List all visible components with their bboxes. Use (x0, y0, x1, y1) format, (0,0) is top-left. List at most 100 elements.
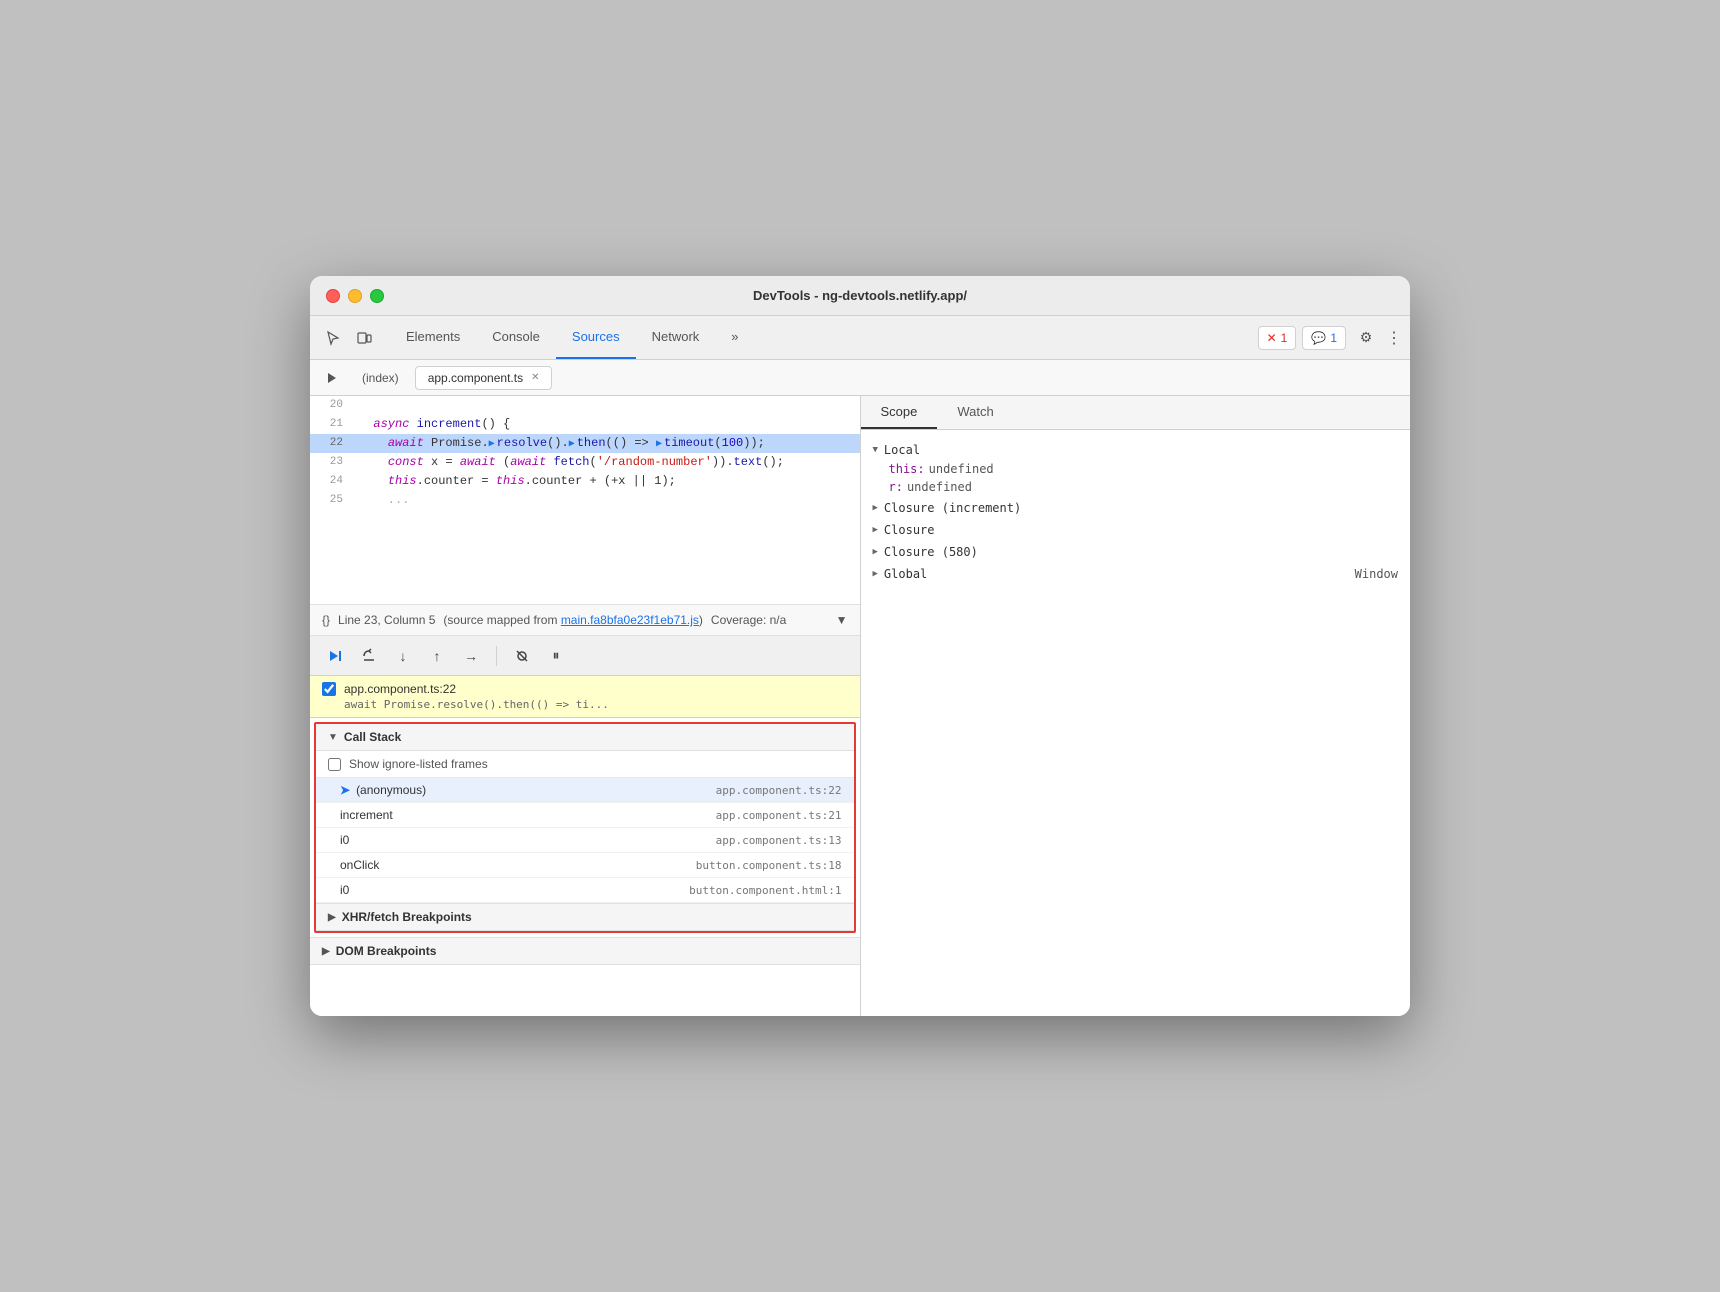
step-over-icon (361, 648, 377, 664)
scope-group-closure-580: ▶ Closure (580) (861, 542, 1411, 562)
tab-watch[interactable]: Watch (937, 396, 1013, 429)
device-icon (356, 330, 372, 346)
code-line-24: 24 this.counter = this.counter + (+x || … (310, 472, 860, 491)
closure-580-toggle-icon: ▶ (873, 547, 878, 557)
tab-elements[interactable]: Elements (390, 316, 476, 359)
global-label: Global (884, 567, 927, 581)
call-stack-item-onclick[interactable]: onClick button.component.ts:18 (316, 853, 854, 878)
more-options-icon[interactable]: ⋮ (1386, 328, 1402, 348)
source-mapped-label: (source mapped from main.fa8bfa0e23f1eb7… (443, 613, 703, 627)
scope-panel: Scope Watch ▼ Local this: undefined (861, 396, 1411, 1016)
minimize-button[interactable] (348, 289, 362, 303)
traffic-lights (326, 289, 384, 303)
inspect-element-button[interactable] (318, 324, 346, 352)
tab-scope[interactable]: Scope (861, 396, 938, 429)
local-toggle-icon: ▼ (873, 445, 878, 455)
scope-closure-increment-header[interactable]: ▶ Closure (increment) (861, 498, 1411, 518)
step-over-button[interactable] (356, 643, 382, 669)
scope-closure-580-header[interactable]: ▶ Closure (580) (861, 542, 1411, 562)
breakpoint-row: app.component.ts:22 (322, 682, 848, 696)
status-bar: {} Line 23, Column 5 (source mapped from… (310, 604, 860, 636)
call-stack-highlighted-section: ▼ Call Stack Show ignore-listed frames ➤… (314, 722, 856, 933)
tab-network[interactable]: Network (636, 316, 716, 359)
closure-toggle-icon: ▶ (873, 525, 878, 535)
resume-button[interactable] (322, 643, 348, 669)
ignore-frames-checkbox[interactable] (328, 758, 341, 771)
tabs-right-actions: ✕ 1 💬 1 ⚙ ⋮ (1258, 324, 1402, 352)
dom-toggle-icon: ▶ (322, 946, 330, 957)
main-content: 20 21 async increment() { 22 await Promi… (310, 396, 1410, 1016)
debugger-toolbar: ↓ ↑ → ⏸ (310, 636, 860, 676)
code-line-22: 22 await Promise.▶resolve().▶then(() => … (310, 434, 860, 453)
current-frame-arrow: ➤ (340, 783, 350, 797)
code-editor: 20 21 async increment() { 22 await Promi… (310, 396, 860, 604)
deactivate-breakpoints-button[interactable] (509, 643, 535, 669)
breakpoint-checkbox[interactable] (322, 682, 336, 696)
xhr-title: XHR/fetch Breakpoints (342, 910, 472, 924)
call-stack-header[interactable]: ▼ Call Stack (316, 724, 854, 751)
code-lines: 20 21 async increment() { 22 await Promi… (310, 396, 860, 511)
local-group-label: Local (884, 443, 920, 457)
xhr-section-header[interactable]: ▶ XHR/fetch Breakpoints (316, 903, 854, 931)
code-line-25: 25 ... (310, 491, 860, 510)
tab-index[interactable]: (index) (350, 367, 411, 389)
scope-group-global: ▶ Global Window (861, 564, 1411, 584)
closure-580-label: Closure (580) (884, 545, 978, 559)
source-file-link[interactable]: main.fa8bfa0e23f1eb71.js (561, 613, 699, 627)
play-icon (325, 371, 339, 385)
format-toggle-icon[interactable]: ▼ (836, 613, 848, 627)
maximize-button[interactable] (370, 289, 384, 303)
closure-label: Closure (884, 523, 935, 537)
call-stack-item-anonymous[interactable]: ➤ (anonymous) app.component.ts:22 (316, 778, 854, 803)
call-stack-title: Call Stack (344, 730, 401, 744)
step-button[interactable]: → (458, 643, 484, 669)
scope-prop-r: r: undefined (861, 478, 1411, 496)
main-tab-bar: Elements Console Sources Network » ✕ 1 💬 (310, 316, 1410, 360)
breakpoint-section: app.component.ts:22 await Promise.resolv… (310, 676, 860, 718)
error-badge-button[interactable]: ✕ 1 (1258, 326, 1297, 350)
device-toolbar-button[interactable] (350, 324, 378, 352)
tab-console[interactable]: Console (476, 316, 556, 359)
scope-group-closure: ▶ Closure (861, 520, 1411, 540)
tab-more[interactable]: » (715, 316, 754, 359)
secondary-tab-bar: (index) app.component.ts ✕ (310, 360, 1410, 396)
global-toggle-icon: ▶ (873, 569, 878, 579)
xhr-section: ▶ XHR/fetch Breakpoints (316, 903, 854, 931)
scope-group-closure-increment: ▶ Closure (increment) (861, 498, 1411, 518)
scope-closure-header[interactable]: ▶ Closure (861, 520, 1411, 540)
breakpoint-label: app.component.ts:22 (344, 682, 456, 696)
coverage-label: Coverage: n/a (711, 613, 786, 627)
cursor-icon (324, 330, 340, 346)
code-panel: 20 21 async increment() { 22 await Promi… (310, 396, 861, 1016)
settings-button[interactable]: ⚙ (1352, 324, 1380, 352)
scope-prop-this: this: undefined (861, 460, 1411, 478)
breakpoint-preview: await Promise.resolve().then(() => ti... (322, 698, 848, 711)
step-out-button[interactable]: ↑ (424, 643, 450, 669)
divider (496, 646, 497, 666)
call-stack-item-i0-1[interactable]: i0 app.component.ts:13 (316, 828, 854, 853)
tab-sources[interactable]: Sources (556, 316, 636, 359)
global-value: Window (1355, 567, 1398, 581)
scope-local-header[interactable]: ▼ Local (861, 440, 1411, 460)
breakpoint-icon (515, 649, 529, 663)
ignore-frames-label: Show ignore-listed frames (349, 757, 488, 771)
close-button[interactable] (326, 289, 340, 303)
scope-global-header[interactable]: ▶ Global Window (861, 564, 1411, 584)
close-tab-icon[interactable]: ✕ (531, 372, 539, 383)
call-stack-item-i0-2[interactable]: i0 button.component.html:1 (316, 878, 854, 903)
cursor-position: Line 23, Column 5 (338, 613, 435, 627)
devtools-window: DevTools - ng-devtools.netlify.app/ Elem… (310, 276, 1410, 1016)
tab-app-component[interactable]: app.component.ts ✕ (415, 366, 553, 390)
call-stack-item-increment[interactable]: increment app.component.ts:21 (316, 803, 854, 828)
closure-increment-toggle-icon: ▶ (873, 503, 878, 513)
file-navigator-button[interactable] (318, 364, 346, 392)
message-badge-button[interactable]: 💬 1 (1302, 326, 1346, 350)
ignore-frames-row: Show ignore-listed frames (316, 751, 854, 778)
pause-on-exception-button[interactable]: ⏸ (543, 643, 569, 669)
dom-section: ▶ DOM Breakpoints (310, 937, 860, 965)
step-into-button[interactable]: ↓ (390, 643, 416, 669)
tab-icons (318, 324, 378, 352)
dom-section-header[interactable]: ▶ DOM Breakpoints (310, 937, 860, 965)
code-line-21: 21 async increment() { (310, 415, 860, 434)
format-icon[interactable]: {} (322, 613, 330, 627)
